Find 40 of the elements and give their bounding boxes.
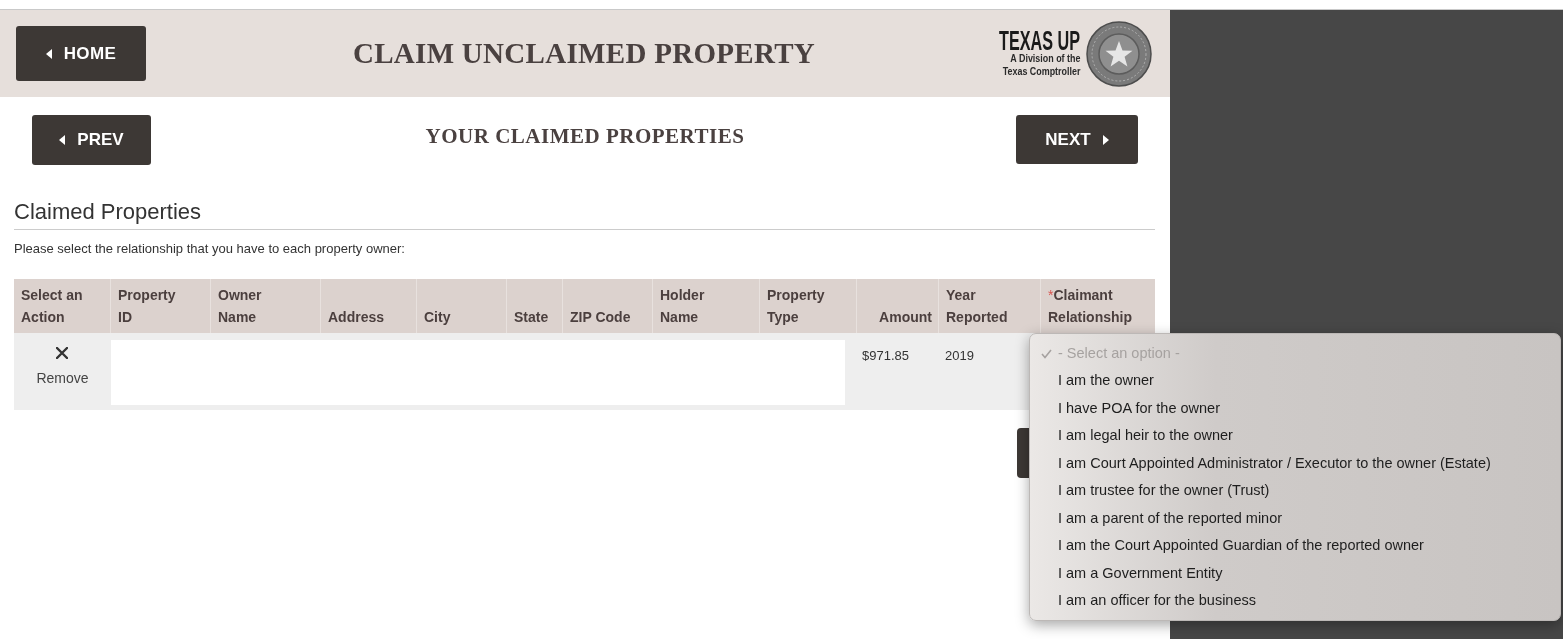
- column-header: Property ID: [118, 286, 177, 327]
- column-header: City: [424, 308, 451, 327]
- remove-button[interactable]: Remove: [36, 347, 89, 389]
- prev-button[interactable]: PREV: [32, 115, 151, 165]
- column-header: Holder Name: [660, 286, 706, 327]
- column-header: *Claimant Relationship: [1048, 286, 1133, 327]
- table-cell: $971.85: [862, 348, 909, 363]
- column-header: Select an Action: [21, 286, 84, 327]
- logo-tagline: A Division of the: [1009, 51, 1080, 65]
- column-header: Year Reported: [946, 286, 1009, 327]
- column-header: ZIP Code: [570, 308, 631, 327]
- menu-option[interactable]: I am a Government Entity: [1030, 560, 1560, 588]
- caret-left-icon: [59, 135, 66, 145]
- table-cell: 2019: [945, 348, 974, 363]
- step-title: YOUR CLAIMED PROPERTIES: [425, 123, 745, 150]
- menu-option[interactable]: I am the Court Appointed Guardian of the reported owner: [1030, 532, 1560, 560]
- menu-option[interactable]: I am an officer for the business: [1030, 587, 1560, 615]
- column-header: Amount: [879, 308, 932, 327]
- next-button[interactable]: NEXT: [1016, 115, 1138, 164]
- menu-option[interactable]: I am trustee for the owner (Trust): [1030, 477, 1560, 505]
- caret-right-icon: [1102, 134, 1109, 145]
- column-header: State: [514, 308, 549, 327]
- menu-option[interactable]: I am a parent of the reported minor: [1030, 505, 1560, 533]
- menu-option[interactable]: I am the owner: [1030, 367, 1560, 395]
- section-heading: Claimed Properties: [14, 198, 202, 226]
- check-icon: [1041, 348, 1052, 359]
- column-header: Property Type: [767, 286, 826, 327]
- close-icon: [56, 347, 69, 359]
- menu-option[interactable]: I am Court Appointed Administrator / Executor to the owner (Estate): [1030, 450, 1560, 478]
- home-button[interactable]: HOME: [16, 26, 146, 81]
- caret-left-icon: [45, 48, 52, 59]
- seal-icon: [1086, 20, 1152, 87]
- logo-tagline: Texas Comptroller: [1002, 64, 1080, 78]
- menu-option[interactable]: I have POA for the owner: [1030, 395, 1560, 423]
- column-header: Owner Name: [218, 286, 263, 327]
- column-header: Address: [328, 308, 385, 327]
- page-title: CLAIM UNCLAIMED PROPERTY: [352, 35, 816, 71]
- menu-option[interactable]: I am legal heir to the owner: [1030, 422, 1560, 450]
- logo-wordmark: TEXAS UP: [999, 29, 1080, 52]
- instruction-text: Please select the relationship that you have to each property owner:: [14, 240, 405, 258]
